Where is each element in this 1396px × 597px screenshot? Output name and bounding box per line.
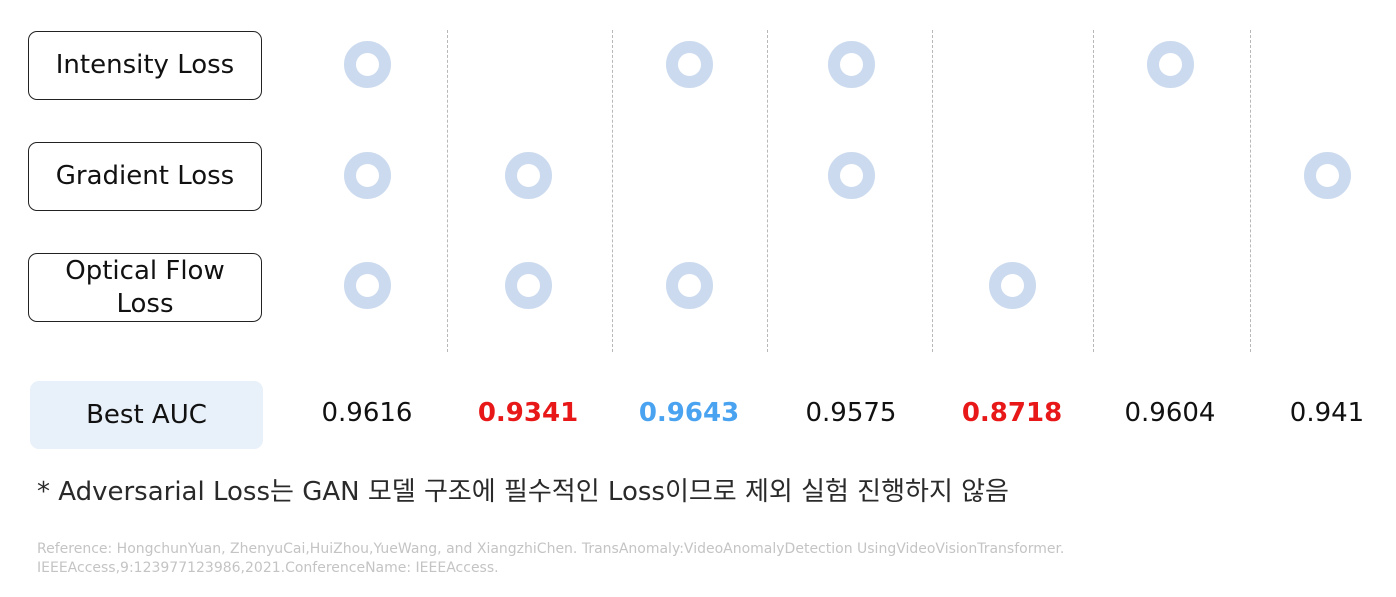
- ring-icon: [343, 151, 391, 199]
- column-divider: [612, 30, 613, 352]
- reference: Reference: HongchunYuan, ZhenyuCai,HuiZh…: [37, 540, 1137, 578]
- column-divider: [767, 30, 768, 352]
- ring-icon: [1146, 40, 1194, 88]
- row-label-optical-flow-loss: Optical Flow Loss: [28, 253, 262, 322]
- ring-icon: [343, 40, 391, 88]
- ring-icon: [504, 151, 552, 199]
- column-divider: [447, 30, 448, 352]
- ring-icon: [827, 40, 875, 88]
- column-divider: [932, 30, 933, 352]
- row-label-intensity-loss: Intensity Loss: [28, 31, 262, 100]
- column-divider: [1250, 30, 1251, 352]
- auc-value: 0.8718: [961, 398, 1063, 428]
- auc-value: 0.9643: [638, 398, 740, 428]
- ring-icon: [665, 261, 713, 309]
- ring-icon: [1303, 151, 1351, 199]
- best-auc-label: Best AUC: [30, 381, 263, 449]
- ring-icon: [504, 261, 552, 309]
- reference-line-1: Reference: HongchunYuan, ZhenyuCai,HuiZh…: [37, 541, 1065, 557]
- auc-value: 0.9575: [805, 398, 897, 428]
- footnote: * Adversarial Loss는 GAN 모델 구조에 필수적인 Loss…: [37, 477, 1009, 507]
- row-label-gradient-loss: Gradient Loss: [28, 142, 262, 211]
- ring-icon: [827, 151, 875, 199]
- reference-line-2: IEEEAccess,9:123977123986,2021.Conferenc…: [37, 560, 499, 576]
- ring-icon: [665, 40, 713, 88]
- ring-icon: [343, 261, 391, 309]
- auc-value: 0.9341: [477, 398, 579, 428]
- column-divider: [1093, 30, 1094, 352]
- ring-icon: [988, 261, 1036, 309]
- auc-value: 0.9604: [1124, 398, 1216, 428]
- auc-value: 0.9616: [321, 398, 413, 428]
- auc-value: 0.941: [1289, 398, 1365, 428]
